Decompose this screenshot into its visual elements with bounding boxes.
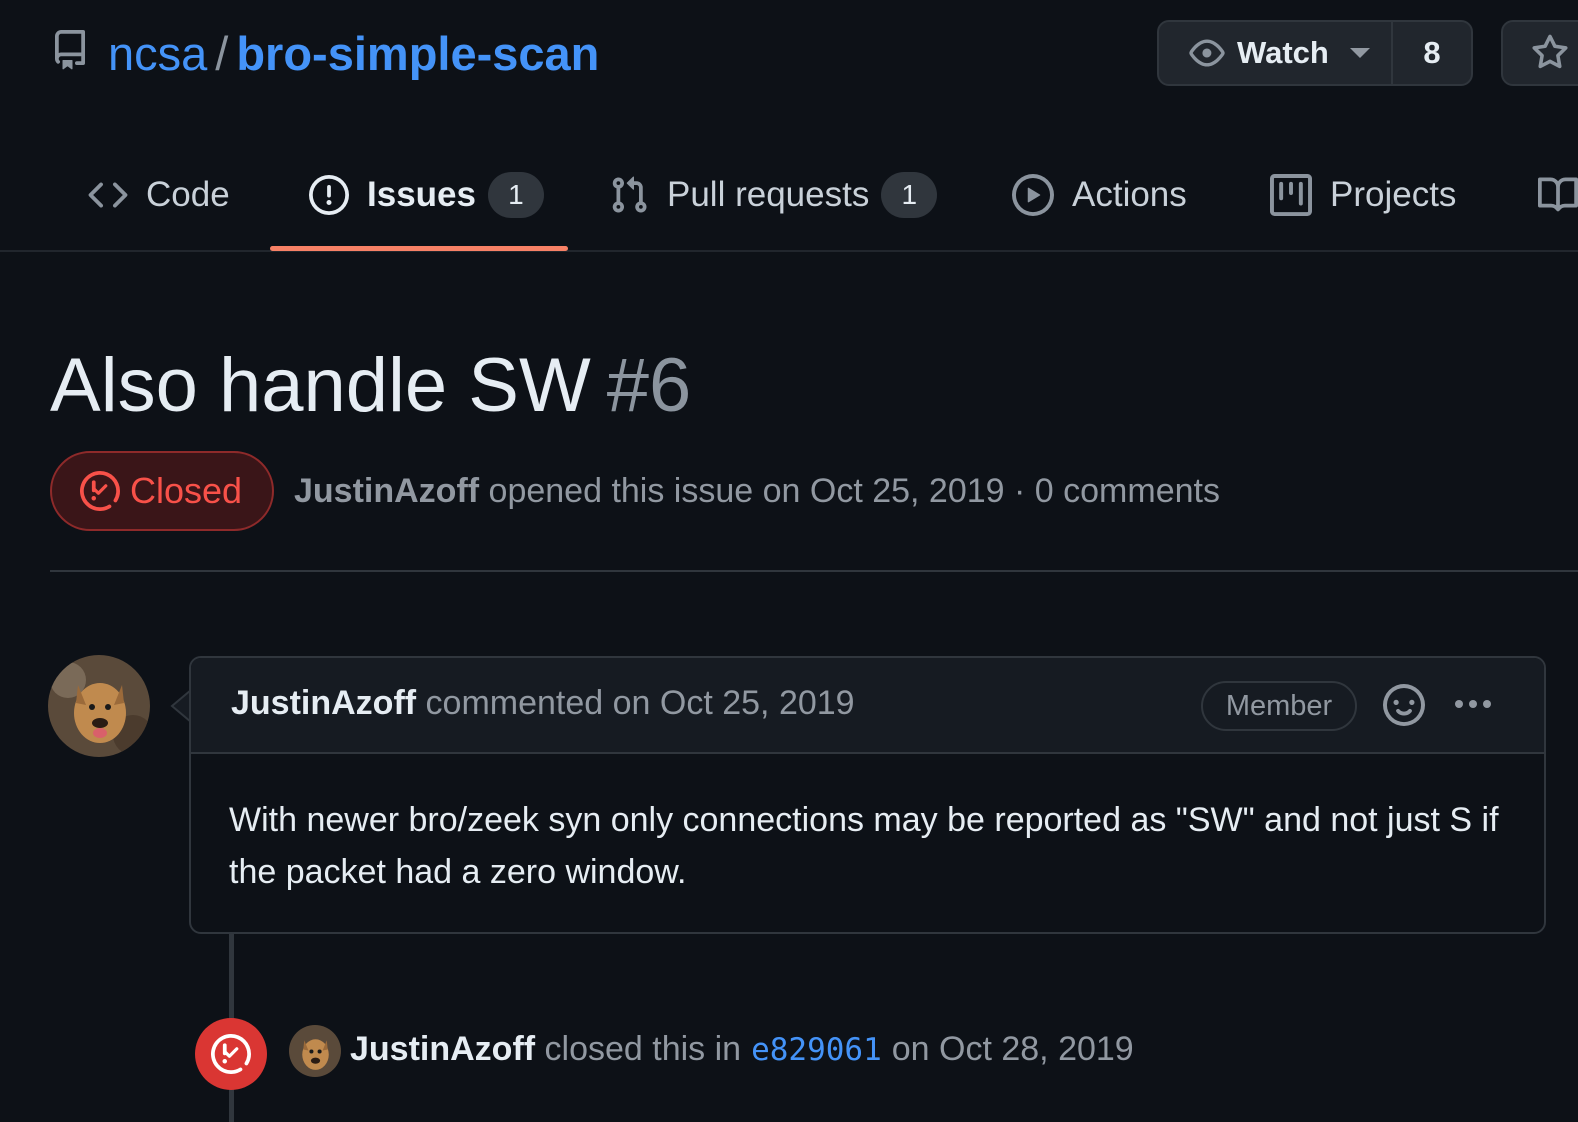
issue-opened-text: opened this issue on Oct 25, 2019 · 0 co… [488,472,1220,510]
watch-button[interactable]: Watch [1159,22,1393,84]
issue-number: #6 [606,343,692,428]
repo-icon [50,30,90,70]
repo-nav-tabs: Code Issues 1 Pull requests 1 Actions Pr… [0,140,1578,252]
tab-label: Code [146,175,230,214]
comment-date-link[interactable]: commented on Oct 25, 2019 [426,684,855,722]
closed-event-text: JustinAzoff closed this in e829061 on Oct … [350,1027,1134,1072]
tab-label: Projects [1330,175,1457,214]
issue-state-label: Closed [130,470,243,511]
comment-meta: JustinAzoff commented on Oct 25, 2019 [231,684,855,723]
tab-code[interactable]: Code [88,140,230,250]
watch-button-group: Watch 8 [1157,20,1473,86]
watch-label: Watch [1237,35,1329,70]
tab-label: Actions [1072,175,1187,214]
repo-name-link[interactable]: bro-simple-scan [236,27,599,80]
avatar[interactable] [48,655,150,757]
code-icon [88,175,128,215]
issue-meta: JustinAzoff opened this issue on Oct 25,… [294,470,1220,512]
repo-separator: / [215,27,229,80]
issue-opened-icon [309,175,349,215]
header-divider [50,570,1578,572]
smiley-icon[interactable] [1383,684,1425,726]
book-icon [1538,175,1578,215]
tab-wiki[interactable] [1538,140,1578,250]
event-author-link[interactable]: JustinAzoff [350,1030,535,1068]
table-icon [1270,174,1312,216]
kebab-horizontal-icon[interactable] [1451,684,1495,728]
comment-author-link[interactable]: JustinAzoff [231,684,416,722]
tab-pull-requests[interactable]: Pull requests 1 [609,140,938,250]
issue-closed-icon [211,1034,251,1074]
repo-breadcrumb: ncsa / bro-simple-scan [108,24,599,84]
comment-box: JustinAzoff commented on Oct 25, 2019 Me… [189,656,1546,934]
issue-title: Also handle SW #6 [50,340,691,432]
issue-closed-icon [80,471,120,511]
issue-state-badge: Closed [50,451,274,531]
caret-down-icon [1349,47,1371,59]
watchers-count[interactable]: 8 [1393,22,1471,84]
tab-projects[interactable]: Projects [1270,140,1456,250]
author-role-badge: Member [1201,681,1357,731]
issue-title-text: Also handle SW [50,343,591,428]
issues-counter: 1 [487,172,544,218]
git-pull-request-icon [609,175,649,215]
star-icon [1531,34,1569,72]
eye-icon [1189,35,1225,71]
tab-label: Issues [367,175,476,214]
comment-header: JustinAzoff commented on Oct 25, 2019 Me… [191,658,1544,754]
event-date-link[interactable]: on Oct 28, 2019 [892,1030,1134,1068]
event-action: closed this in [544,1030,742,1068]
pull-requests-counter: 1 [881,172,938,218]
play-icon [1012,174,1054,216]
tab-label: Pull requests [667,175,870,214]
repo-owner-link[interactable]: ncsa [108,27,207,80]
tab-actions[interactable]: Actions [1012,140,1187,250]
avatar[interactable] [289,1025,341,1077]
commit-link[interactable]: e829061 [751,1032,882,1068]
star-button[interactable] [1501,20,1578,86]
tab-issues[interactable]: Issues 1 [309,140,544,250]
closed-event-badge [195,1018,267,1090]
selected-tab-indicator [270,246,568,251]
issue-author-link[interactable]: JustinAzoff [294,472,479,510]
comment-body: With newer bro/zeek syn only connections… [229,801,1499,891]
